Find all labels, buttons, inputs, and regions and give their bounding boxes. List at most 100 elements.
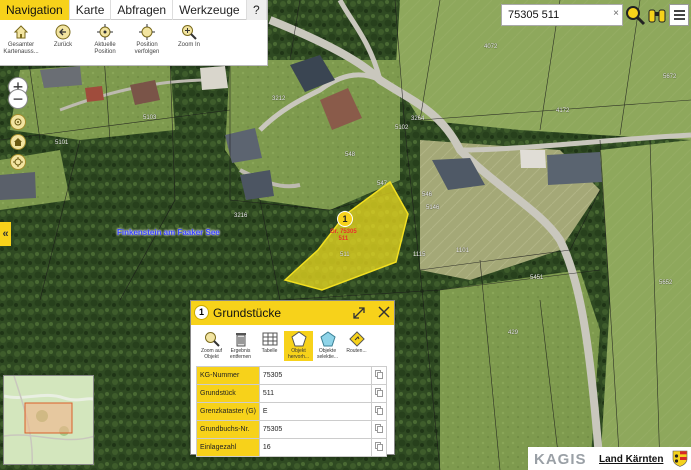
popup-toolbar: Zoom auf Objekt Ergebnis entfernen Tabel… bbox=[191, 325, 394, 361]
trash-icon bbox=[235, 333, 246, 347]
attribute-table: KG-Nummer 75305 Grundstück 511 Grenzkata… bbox=[196, 366, 387, 457]
copy-button[interactable] bbox=[371, 366, 387, 385]
attribute-key: Grundstück bbox=[196, 384, 260, 403]
attribute-key: Grenzkataster (G) bbox=[196, 402, 260, 421]
remove-result-button[interactable]: Ergebnis entfernen bbox=[226, 331, 255, 361]
land-kaernten-link[interactable]: Land Kärnten bbox=[599, 454, 663, 465]
tab-werkzeuge[interactable]: Werkzeuge bbox=[173, 0, 247, 20]
copy-button[interactable] bbox=[371, 402, 387, 421]
locate-button[interactable] bbox=[10, 114, 26, 130]
parcel-label: 5652 bbox=[659, 280, 673, 286]
popup-title: Grundstücke bbox=[213, 306, 282, 320]
search-value: 75305 511 bbox=[508, 9, 560, 21]
copy-button[interactable] bbox=[371, 384, 387, 403]
full-extent-button[interactable]: Gesamter Kartenauss... bbox=[0, 24, 42, 56]
collapse-panel-button[interactable]: « bbox=[0, 222, 11, 246]
parcel-label: 1115 bbox=[413, 252, 426, 258]
select-objects-button[interactable]: Objekte selektie... bbox=[313, 331, 342, 361]
popup-number-badge: 1 bbox=[194, 305, 209, 320]
popup-tool-label: Tabelle bbox=[261, 348, 278, 354]
expand-icon[interactable] bbox=[352, 306, 366, 320]
attribute-key: Grundbuchs-Nr. bbox=[196, 420, 260, 439]
table-row: Grundstück 511 bbox=[196, 384, 387, 403]
table-row: KG-Nummer 75305 bbox=[196, 366, 387, 385]
popup-header: 1 Grundstücke bbox=[191, 301, 394, 325]
tool-label: Zurück bbox=[53, 42, 73, 48]
parcel-label: 3216 bbox=[234, 213, 248, 219]
select-polygon-icon bbox=[319, 331, 336, 347]
copy-icon bbox=[375, 424, 384, 433]
close-icon[interactable] bbox=[377, 305, 391, 319]
kagis-logo[interactable]: KAGIS bbox=[534, 451, 587, 468]
attribute-value: 16 bbox=[258, 438, 373, 457]
parcel-label: 4072 bbox=[484, 44, 498, 50]
route-button[interactable]: Routen... bbox=[342, 331, 371, 361]
current-position-button[interactable]: Aktuelle Position bbox=[84, 24, 126, 56]
ribbon-panel: Navigation Karte Abfragen Werkzeuge ? Ge… bbox=[0, 0, 268, 66]
tool-label: Gesamter Kartenauss... bbox=[3, 42, 39, 55]
copy-button[interactable] bbox=[371, 438, 387, 457]
copy-icon bbox=[375, 406, 384, 415]
back-arrow-icon bbox=[55, 24, 71, 40]
search-icon[interactable] bbox=[624, 4, 646, 26]
binoculars-icon[interactable] bbox=[647, 4, 667, 26]
copy-button[interactable] bbox=[371, 420, 387, 439]
zoom-to-object-button[interactable]: Zoom auf Objekt bbox=[197, 331, 226, 361]
ribbon-toolbar: Gesamter Kartenauss... Zurück Aktuelle P… bbox=[0, 20, 267, 56]
attribute-key: Einlagezahl bbox=[196, 438, 260, 457]
overview-map[interactable] bbox=[3, 375, 94, 465]
zoom-to-object-icon bbox=[204, 332, 220, 347]
overview-extent-box bbox=[24, 402, 73, 434]
table-button[interactable]: Tabelle bbox=[255, 331, 284, 361]
parcel-label: 5101 bbox=[55, 140, 69, 146]
marker-label-line: Gr. 75305 bbox=[330, 229, 357, 235]
zoom-out-button[interactable]: − bbox=[8, 89, 28, 109]
attribute-value: E bbox=[258, 402, 373, 421]
follow-position-button[interactable]: Position verfolgen bbox=[126, 24, 168, 56]
back-button[interactable]: Zurück bbox=[42, 24, 84, 56]
tool-label: Zoom In bbox=[177, 42, 200, 48]
marker-label-line: 511 bbox=[338, 236, 349, 242]
gps-button[interactable] bbox=[10, 154, 26, 170]
attribute-value: 75305 bbox=[258, 366, 373, 385]
parcel-label: 3264 bbox=[411, 116, 425, 122]
table-icon bbox=[262, 332, 277, 346]
popup-tool-label: Zoom auf Objekt bbox=[200, 348, 223, 360]
clear-search-button[interactable]: × bbox=[613, 8, 619, 19]
location-icon bbox=[14, 118, 22, 126]
ribbon-tabs: Navigation Karte Abfragen Werkzeuge ? bbox=[0, 0, 267, 20]
search-input[interactable]: 75305 511 × bbox=[501, 4, 623, 26]
crosshair-icon bbox=[13, 157, 23, 167]
parcel-label: 3212 bbox=[272, 96, 286, 102]
popup-tool-label: Routen... bbox=[346, 348, 367, 354]
copy-icon bbox=[375, 388, 384, 397]
home-extent-button[interactable] bbox=[10, 134, 26, 150]
parcel-label: 1101 bbox=[456, 248, 469, 254]
table-row: Grenzkataster (G) E bbox=[196, 402, 387, 421]
attribute-key: KG-Nummer bbox=[196, 366, 260, 385]
popup-tool-label: Objekt hervorh... bbox=[287, 348, 310, 360]
place-label: Finkenstein am Faaker See bbox=[117, 228, 220, 237]
tab-navigation[interactable]: Navigation bbox=[0, 0, 70, 20]
parcel-label: 5102 bbox=[395, 125, 409, 131]
tab-karte[interactable]: Karte bbox=[70, 0, 112, 20]
menu-icon[interactable] bbox=[669, 4, 689, 26]
parcel-label: 547 bbox=[377, 181, 388, 187]
parcel-label: 5451 bbox=[530, 275, 544, 281]
tab-abfragen[interactable]: Abfragen bbox=[111, 0, 174, 20]
parcel-label: 5103 bbox=[143, 115, 157, 121]
copy-icon bbox=[375, 370, 384, 379]
result-popup: 1 Grundstücke Zoom auf Objekt Ergebnis e… bbox=[190, 300, 395, 457]
parcel-label: 4172 bbox=[556, 108, 570, 114]
parcel-label: 5672 bbox=[663, 74, 677, 80]
coat-of-arms-icon bbox=[672, 450, 688, 467]
tool-label: Position verfolgen bbox=[134, 42, 160, 55]
crosshair-follow-icon bbox=[139, 24, 155, 40]
result-marker[interactable]: 1 bbox=[337, 211, 353, 227]
map-application: 4072 4172 5672 3212 5103 5101 5102 3264 … bbox=[0, 0, 691, 470]
highlight-object-button[interactable]: Objekt hervorh... bbox=[284, 331, 313, 361]
copy-icon bbox=[375, 442, 384, 451]
table-row: Grundbuchs-Nr. 75305 bbox=[196, 420, 387, 439]
tab-help[interactable]: ? bbox=[246, 0, 267, 20]
zoom-in-tool-button[interactable]: Zoom In bbox=[168, 24, 210, 56]
